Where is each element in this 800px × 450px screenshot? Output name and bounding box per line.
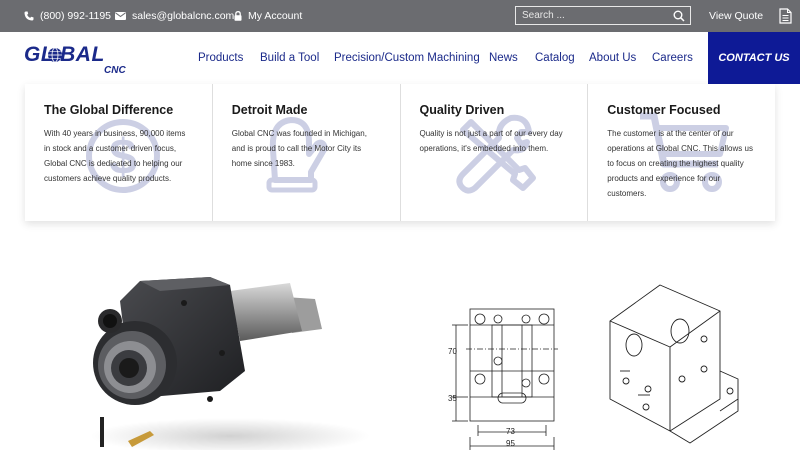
nav-build-a-tool[interactable]: Build a Tool	[260, 52, 319, 64]
email-address: sales@globalcnc.com	[132, 10, 235, 22]
nav-careers[interactable]: Careers	[652, 52, 693, 64]
view-quote-label: View Quote	[709, 10, 764, 22]
dimension-label: 73	[506, 427, 515, 436]
dimension-label: 70	[448, 347, 457, 356]
feature-text: With 40 years in business, 90,000 items …	[44, 129, 186, 183]
feature-title: The Global Difference	[44, 103, 174, 117]
logo-wordmark: GL BAL	[24, 43, 105, 66]
main-navigation: GL BAL CNC Products Build a Tool Precisi…	[0, 32, 800, 84]
nav-products[interactable]: Products	[198, 52, 243, 64]
phone-link[interactable]: (800) 992-1195	[24, 0, 111, 32]
phone-icon	[24, 11, 34, 21]
dimension-label: 35	[448, 394, 457, 403]
feature-card-detroit-made: Detroit Made Global CNC was founded in M…	[213, 84, 401, 221]
lock-icon	[234, 11, 242, 21]
top-utility-bar: (800) 992-1195 sales@globalcnc.com My Ac…	[0, 0, 800, 32]
phone-number: (800) 992-1195	[40, 10, 112, 22]
feature-card-global-difference: $ The Global Difference With 40 years in…	[25, 84, 213, 221]
feature-card-customer-focused: Customer Focused The customer is at the …	[588, 84, 775, 221]
technical-drawing-front-view: 70 35 73 95	[448, 308, 558, 450]
nav-about-us[interactable]: About Us	[589, 52, 636, 64]
search-icon[interactable]	[673, 10, 685, 22]
tool-holder-photo	[90, 277, 370, 450]
email-link[interactable]: sales@globalcnc.com	[115, 0, 234, 32]
my-account-link[interactable]: My Account	[234, 0, 302, 32]
product-showcase: 70 35 73 95	[0, 221, 800, 450]
contact-us-button[interactable]: CONTACT US	[708, 32, 800, 84]
globe-icon	[48, 47, 62, 63]
global-cnc-logo[interactable]: GL BAL CNC	[24, 43, 134, 79]
feature-text: The customer is at the center of our ope…	[607, 129, 753, 198]
nav-news[interactable]: News	[489, 52, 518, 64]
technical-drawing-isometric-view	[609, 284, 739, 444]
logo-subtext: CNC	[104, 65, 126, 76]
feature-title: Customer Focused	[607, 103, 721, 117]
feature-cards: $ The Global Difference With 40 years in…	[25, 84, 775, 221]
nav-catalog[interactable]: Catalog	[535, 52, 575, 64]
view-quote-link[interactable]: View Quote	[709, 0, 792, 32]
feature-card-quality-driven: Quality Driven Quality is not just a par…	[401, 84, 589, 221]
feature-text: Global CNC was founded in Michigan, and …	[231, 129, 367, 168]
search-input[interactable]	[516, 10, 666, 21]
envelope-icon	[115, 12, 126, 20]
search-box	[515, 6, 691, 25]
my-account-label: My Account	[248, 10, 303, 22]
document-icon	[779, 8, 792, 24]
feature-title: Quality Driven	[419, 103, 505, 117]
feature-text: Quality is not just a part of our every …	[419, 129, 563, 153]
nav-precision-custom-machining[interactable]: Precision/Custom Machining	[334, 52, 480, 64]
dimension-label: 95	[506, 439, 515, 448]
feature-title: Detroit Made	[231, 103, 308, 117]
